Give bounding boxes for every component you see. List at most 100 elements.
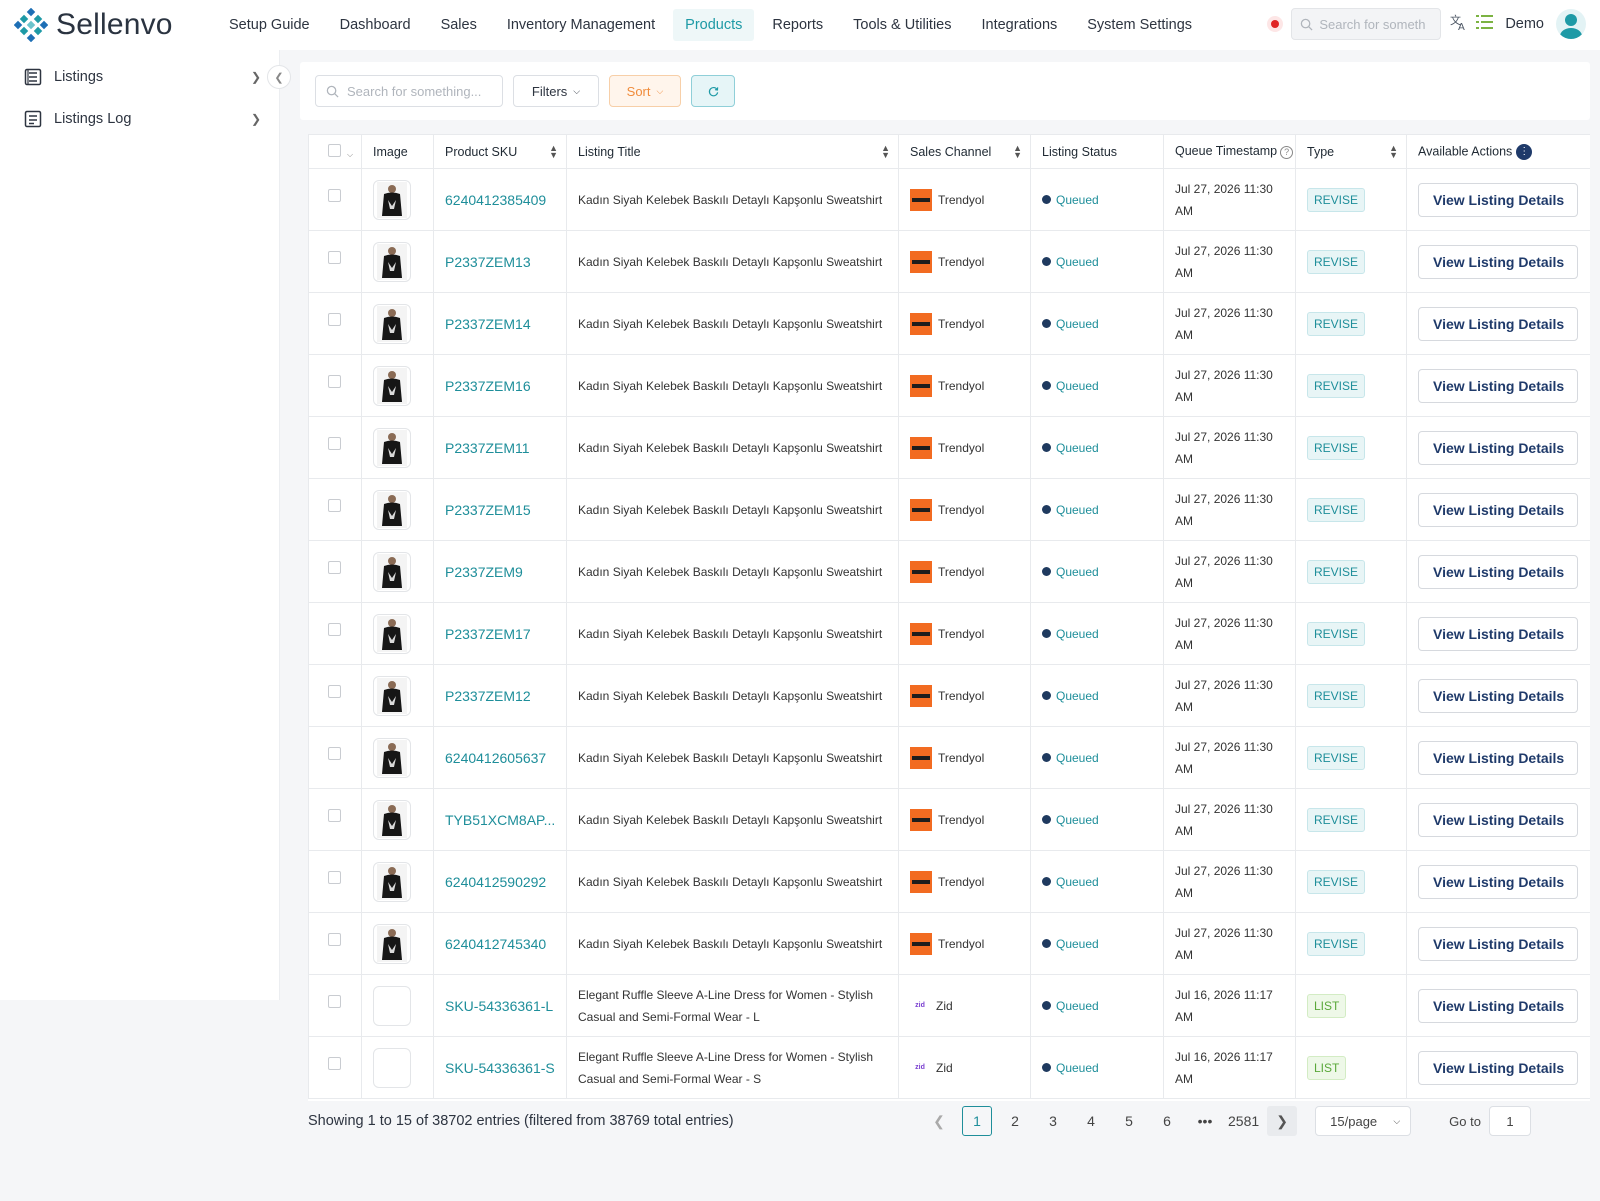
product-image[interactable] [373, 737, 411, 778]
table-row[interactable]: SKU-54336361-L Elegant Ruffle Sleeve A-Li… [308, 974, 1590, 1037]
product-sku-link[interactable]: P2337ZEM12 [445, 688, 566, 704]
view-listing-details-button[interactable]: View Listing Details [1418, 368, 1578, 403]
nav-item-sales[interactable]: Sales [429, 9, 489, 41]
table-row[interactable]: TYB51XCM8AP... Kadın Siyah Kelebek Baskıl… [308, 788, 1590, 851]
table-row[interactable]: P2337ZEM12 Kadın Siyah Kelebek Baskılı De… [308, 664, 1590, 727]
view-listing-details-button[interactable]: View Listing Details [1418, 926, 1578, 961]
nav-item-integrations[interactable]: Integrations [969, 9, 1069, 41]
product-image[interactable] [373, 985, 411, 1026]
brand-logo[interactable]: Sellenvo [14, 8, 204, 42]
table-row[interactable]: 6240412385409 Kadın Siyah Kelebek Baskılı… [308, 168, 1590, 231]
row-checkbox[interactable] [328, 561, 341, 574]
table-row[interactable]: P2337ZEM13 Kadın Siyah Kelebek Baskılı De… [308, 230, 1590, 293]
nav-item-inventory-management[interactable]: Inventory Management [495, 9, 667, 41]
row-checkbox[interactable] [328, 1057, 341, 1070]
nav-item-dashboard[interactable]: Dashboard [328, 9, 423, 41]
sort-button[interactable]: Sort ⌵ [609, 75, 681, 107]
nav-item-reports[interactable]: Reports [760, 9, 835, 41]
product-image[interactable] [373, 179, 411, 220]
sort-icon[interactable]: ▲ ▼ [881, 144, 890, 160]
product-image[interactable] [373, 365, 411, 406]
view-listing-details-button[interactable]: View Listing Details [1418, 1050, 1578, 1085]
select-all-header[interactable]: ⌵ [308, 134, 362, 169]
table-row[interactable]: P2337ZEM9 Kadın Siyah Kelebek Baskılı Det… [308, 540, 1590, 603]
nav-item-setup-guide[interactable]: Setup Guide [217, 9, 322, 41]
nav-item-products[interactable]: Products [673, 9, 755, 41]
product-image[interactable] [373, 613, 411, 654]
page-button[interactable]: 6 [1152, 1106, 1182, 1136]
product-sku-link[interactable]: P2337ZEM11 [445, 440, 566, 456]
translate-icon[interactable]: 文A [1449, 13, 1469, 36]
product-sku-link[interactable]: 6240412385409 [445, 192, 566, 208]
view-listing-details-button[interactable]: View Listing Details [1418, 616, 1578, 651]
product-image[interactable] [373, 241, 411, 282]
help-icon[interactable]: ? [1280, 146, 1294, 159]
table-row[interactable]: 6240412590292 Kadın Siyah Kelebek Baskılı… [308, 850, 1590, 913]
product-sku-link[interactable]: 6240412745340 [445, 936, 566, 952]
page-button[interactable]: 3 [1038, 1106, 1068, 1136]
table-row[interactable]: 6240412745340 Kadın Siyah Kelebek Baskılı… [308, 912, 1590, 975]
page-button[interactable]: 2 [1000, 1106, 1030, 1136]
sort-icon[interactable]: ▲ ▼ [549, 144, 558, 160]
product-sku-link[interactable]: P2337ZEM9 [445, 564, 566, 580]
task-list-icon[interactable] [1475, 13, 1495, 36]
view-listing-details-button[interactable]: View Listing Details [1418, 244, 1578, 279]
row-checkbox[interactable] [328, 995, 341, 1008]
row-checkbox[interactable] [328, 871, 341, 884]
column-header-type[interactable]: Type ▲ ▼ [1295, 134, 1407, 169]
row-checkbox[interactable] [328, 623, 341, 636]
page-button[interactable]: 4 [1076, 1106, 1106, 1136]
row-checkbox[interactable] [328, 809, 341, 822]
view-listing-details-button[interactable]: View Listing Details [1418, 492, 1578, 527]
product-sku-link[interactable]: P2337ZEM13 [445, 254, 566, 270]
table-row[interactable]: P2337ZEM11 Kadın Siyah Kelebek Baskılı De… [308, 416, 1590, 479]
view-listing-details-button[interactable]: View Listing Details [1418, 802, 1578, 837]
product-sku-link[interactable]: TYB51XCM8AP... [445, 812, 566, 828]
table-row[interactable]: SKU-54336361-S Elegant Ruffle Sleeve A-Li… [308, 1036, 1590, 1099]
sort-icon[interactable]: ▲ ▼ [1389, 144, 1398, 160]
row-checkbox[interactable] [328, 251, 341, 264]
user-avatar[interactable] [1556, 9, 1586, 39]
table-row[interactable]: P2337ZEM15 Kadın Siyah Kelebek Baskılı De… [308, 478, 1590, 541]
product-sku-link[interactable]: P2337ZEM16 [445, 378, 566, 394]
column-header-channel[interactable]: Sales Channel ▲ ▼ [898, 134, 1031, 169]
view-listing-details-button[interactable]: View Listing Details [1418, 306, 1578, 341]
product-sku-link[interactable]: P2337ZEM14 [445, 316, 566, 332]
page-button[interactable]: 5 [1114, 1106, 1144, 1136]
global-search-input[interactable]: Search for someth [1291, 8, 1442, 40]
product-image[interactable] [373, 861, 411, 902]
column-header-timestamp[interactable]: Queue Timestamp? [1163, 134, 1296, 169]
search-input[interactable]: Search for something... [315, 75, 503, 107]
sidebar-collapse-button[interactable]: ❮ [267, 65, 291, 89]
more-info-icon[interactable]: ⋮ [1516, 143, 1533, 160]
column-header-title[interactable]: Listing Title ▲ ▼ [566, 134, 899, 169]
product-sku-link[interactable]: SKU-54336361-L [445, 998, 566, 1014]
next-page-button[interactable]: ❯ [1267, 1106, 1298, 1136]
refresh-button[interactable] [691, 75, 735, 107]
product-image[interactable] [373, 303, 411, 344]
view-listing-details-button[interactable]: View Listing Details [1418, 554, 1578, 589]
product-image[interactable] [373, 551, 411, 592]
product-sku-link[interactable]: P2337ZEM17 [445, 626, 566, 642]
more-pages-button[interactable]: ••• [1190, 1106, 1220, 1136]
row-checkbox[interactable] [328, 189, 341, 202]
view-listing-details-button[interactable]: View Listing Details [1418, 988, 1578, 1023]
view-listing-details-button[interactable]: View Listing Details [1418, 430, 1578, 465]
page-size-select[interactable]: 15/page ⌵ [1315, 1106, 1412, 1136]
row-checkbox[interactable] [328, 685, 341, 698]
sidebar-item-listings[interactable]: Listings ❯ [0, 56, 279, 98]
page-button[interactable]: 1 [962, 1106, 992, 1136]
row-checkbox[interactable] [328, 499, 341, 512]
filters-button[interactable]: Filters ⌵ [513, 75, 599, 107]
row-checkbox[interactable] [328, 437, 341, 450]
user-name[interactable]: Demo [1505, 16, 1544, 32]
product-image[interactable] [373, 675, 411, 716]
row-checkbox[interactable] [328, 933, 341, 946]
product-image[interactable] [373, 1047, 411, 1088]
view-listing-details-button[interactable]: View Listing Details [1418, 678, 1578, 713]
product-image[interactable] [373, 799, 411, 840]
product-sku-link[interactable]: 6240412605637 [445, 750, 566, 766]
goto-page-input[interactable]: 1 [1488, 1106, 1531, 1136]
nav-item-tools-utilities[interactable]: Tools & Utilities [841, 9, 963, 41]
sidebar-item-listings-log[interactable]: Listings Log ❯ [0, 98, 279, 140]
